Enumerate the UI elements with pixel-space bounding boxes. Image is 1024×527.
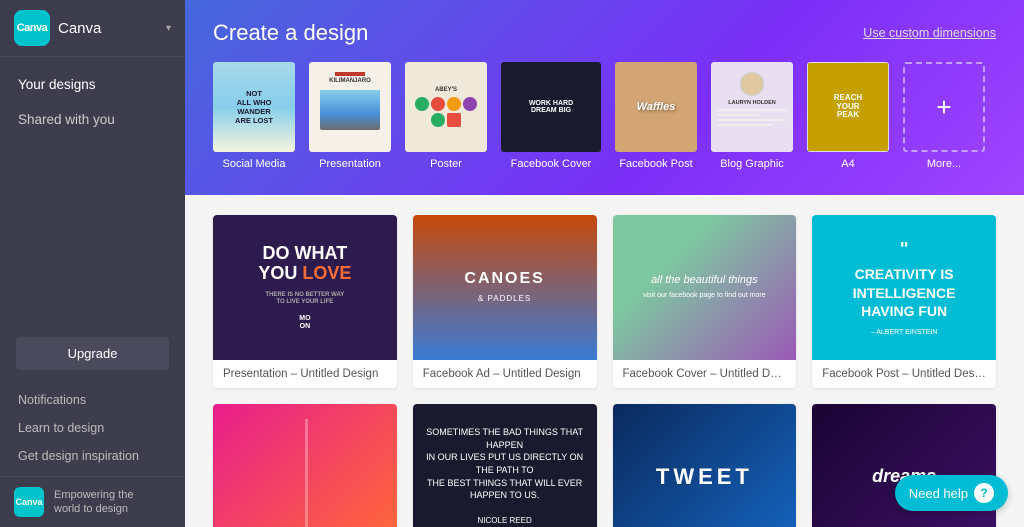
design-card-label-3: Facebook Post – Untitled Design bbox=[812, 360, 996, 388]
design-card-thumb-0: DO WHATYOU LOVE THERE IS NO BETTER WAYTO… bbox=[213, 215, 397, 360]
design-type-label-more: More... bbox=[927, 158, 961, 170]
design-type-label-social-media: Social Media bbox=[223, 158, 286, 170]
design-card-0[interactable]: DO WHATYOU LOVE THERE IS NO BETTER WAYTO… bbox=[213, 215, 397, 388]
design-type-thumb-facebook-cover: WORK HARDDREAM BIG bbox=[501, 62, 601, 152]
sidebar: Canva Canva ▾ Your designs Shared with y… bbox=[0, 0, 185, 527]
design-card-label-0: Presentation – Untitled Design bbox=[213, 360, 397, 388]
upgrade-btn-wrap: Upgrade bbox=[0, 327, 185, 380]
design-type-label-blog-graphic: Blog Graphic bbox=[720, 158, 784, 170]
design-type-facebook-cover[interactable]: WORK HARDDREAM BIG Facebook Cover bbox=[501, 62, 601, 170]
design-card-1[interactable]: CANOES& PADDLES Facebook Ad – Untitled D… bbox=[413, 215, 597, 388]
canva-logo-text: Canva bbox=[17, 22, 48, 34]
sidebar-link-learn[interactable]: Learn to design bbox=[0, 414, 185, 442]
design-card-thumb-3: " CREATIVITY ISINTELLIGENCEHAVING FUN – … bbox=[812, 215, 996, 360]
design-type-label-facebook-post: Facebook Post bbox=[619, 158, 692, 170]
design-type-blog-graphic[interactable]: LAURYN HOLDEN Blog Graphic bbox=[711, 62, 793, 170]
create-title: Create a design bbox=[213, 20, 368, 46]
design-type-thumb-poster: ABEY'S bbox=[405, 62, 487, 152]
create-section: Create a design Use custom dimensions NO… bbox=[185, 0, 1024, 195]
main-content: Create a design Use custom dimensions NO… bbox=[185, 0, 1024, 527]
design-card-4[interactable] bbox=[213, 404, 397, 527]
design-type-label-facebook-cover: Facebook Cover bbox=[511, 158, 592, 170]
design-type-thumb-presentation: KILIMANJARO bbox=[309, 62, 391, 152]
design-type-more[interactable]: + More... bbox=[903, 62, 985, 170]
design-type-thumb-social-media: NOTALL WHOWANDERARE LOST bbox=[213, 62, 295, 152]
design-card-thumb-1: CANOES& PADDLES bbox=[413, 215, 597, 360]
design-type-thumb-a4: REACHYOURPEAK bbox=[807, 62, 889, 152]
sidebar-bottom-links: Notifications Learn to design Get design… bbox=[0, 380, 185, 476]
design-types-row: NOTALL WHOWANDERARE LOST Social Media KI… bbox=[213, 62, 996, 170]
need-help-button[interactable]: Need help ? bbox=[895, 475, 1008, 511]
upgrade-button[interactable]: Upgrade bbox=[16, 337, 169, 370]
help-question-icon: ? bbox=[974, 483, 994, 503]
sidebar-footer-tagline: Empowering theworld to design bbox=[54, 488, 134, 517]
sidebar-link-inspiration[interactable]: Get design inspiration bbox=[0, 442, 185, 470]
design-card-thumb-4 bbox=[213, 404, 397, 527]
design-card-3[interactable]: " CREATIVITY ISINTELLIGENCEHAVING FUN – … bbox=[812, 215, 996, 388]
design-card-5[interactable]: SOMETIMES THE BAD THINGS THAT HAPPEN IN … bbox=[413, 404, 597, 527]
design-card-2[interactable]: all the beautiful things visit our faceb… bbox=[613, 215, 797, 388]
create-header-row: Create a design Use custom dimensions bbox=[213, 20, 996, 46]
recent-section: DO WHATYOU LOVE THERE IS NO BETTER WAYTO… bbox=[185, 195, 1024, 527]
sidebar-spacer bbox=[0, 147, 185, 327]
custom-dimensions-link[interactable]: Use custom dimensions bbox=[863, 26, 996, 40]
design-type-label-presentation: Presentation bbox=[319, 158, 381, 170]
design-type-poster[interactable]: ABEY'S Poster bbox=[405, 62, 487, 170]
design-card-thumb-2: all the beautiful things visit our faceb… bbox=[613, 215, 797, 360]
design-card-thumb-6: TWEET bbox=[613, 404, 797, 527]
chevron-down-icon[interactable]: ▾ bbox=[166, 23, 171, 34]
sidebar-link-notifications[interactable]: Notifications bbox=[0, 386, 185, 414]
designs-grid: DO WHATYOU LOVE THERE IS NO BETTER WAYTO… bbox=[213, 215, 996, 527]
design-card-6[interactable]: TWEET bbox=[613, 404, 797, 527]
canva-logo: Canva bbox=[14, 10, 50, 46]
design-type-thumb-more: + bbox=[903, 62, 985, 152]
sidebar-footer: Canva Empowering theworld to design bbox=[0, 476, 185, 527]
design-card-label-1: Facebook Ad – Untitled Design bbox=[413, 360, 597, 388]
sidebar-item-your-designs[interactable]: Your designs bbox=[0, 67, 185, 102]
sidebar-brand-name: Canva bbox=[58, 20, 158, 37]
design-type-presentation[interactable]: KILIMANJARO Presentation bbox=[309, 62, 391, 170]
sidebar-nav: Your designs Shared with you bbox=[0, 57, 185, 147]
design-type-label-poster: Poster bbox=[430, 158, 462, 170]
more-plus-icon: + bbox=[936, 92, 951, 123]
sidebar-item-shared-with-you[interactable]: Shared with you bbox=[0, 102, 185, 137]
design-type-a4[interactable]: REACHYOURPEAK A4 bbox=[807, 62, 889, 170]
need-help-label: Need help bbox=[909, 486, 968, 501]
canva-logo-small: Canva bbox=[14, 487, 44, 517]
sidebar-header: Canva Canva ▾ bbox=[0, 0, 185, 57]
design-type-facebook-post[interactable]: Waffles Facebook Post bbox=[615, 62, 697, 170]
design-type-label-a4: A4 bbox=[841, 158, 854, 170]
design-type-thumb-facebook-post: Waffles bbox=[615, 62, 697, 152]
design-card-label-2: Facebook Cover – Untitled Design bbox=[613, 360, 797, 388]
design-type-thumb-blog-graphic: LAURYN HOLDEN bbox=[711, 62, 793, 152]
design-type-social-media[interactable]: NOTALL WHOWANDERARE LOST Social Media bbox=[213, 62, 295, 170]
design-card-thumb-5: SOMETIMES THE BAD THINGS THAT HAPPEN IN … bbox=[413, 404, 597, 527]
